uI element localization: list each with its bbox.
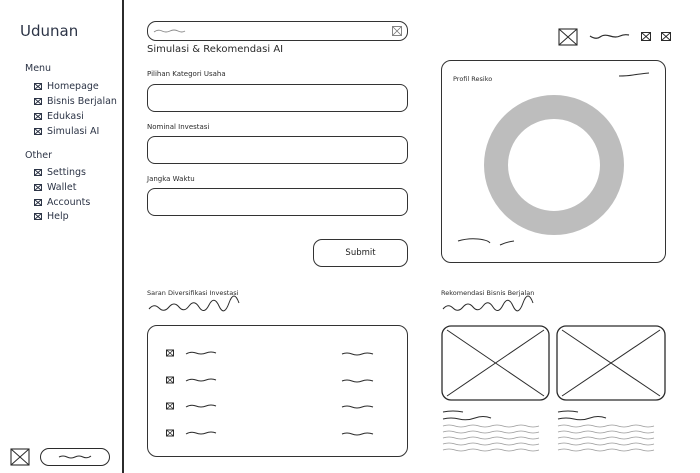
list-item[interactable] — [166, 372, 392, 384]
category-select[interactable] — [147, 84, 408, 112]
sidebar-item-edukasi[interactable]: Edukasi — [34, 111, 84, 122]
sidebar-item-bisnis-berjalan[interactable]: Bisnis Berjalan — [34, 96, 117, 107]
sidebar-item-settings[interactable]: Settings — [34, 167, 86, 178]
recommendation-card-1[interactable] — [441, 325, 550, 401]
recommendation-title: Rekomendasi Bisnis Berjalan — [441, 289, 535, 297]
user-avatar-icon[interactable] — [10, 448, 30, 466]
risk-profile-title: Profil Resiko — [453, 75, 493, 83]
sidebar-item-label: Help — [47, 211, 69, 222]
recommendation-image-placeholder-icon — [441, 325, 550, 401]
duration-label: Jangka Waktu — [147, 175, 195, 183]
list-item-graphic — [166, 349, 374, 357]
image-placeholder-icon — [34, 199, 42, 206]
brand-logo-text: Udunan — [20, 22, 79, 40]
sidebar: Udunan Menu Homepage Bisnis Berjalan Edu… — [0, 0, 124, 473]
image-placeholder-icon — [34, 169, 42, 176]
investment-input[interactable] — [147, 136, 408, 164]
search-input[interactable] — [147, 21, 408, 41]
risk-caption-scribble — [457, 238, 515, 246]
message-icon[interactable] — [641, 32, 651, 41]
recommendation-card-2[interactable] — [556, 325, 666, 401]
sidebar-item-wallet[interactable]: Wallet — [34, 182, 76, 193]
user-name-scribble — [58, 455, 92, 459]
image-placeholder-icon — [34, 213, 42, 220]
user-name-pill[interactable] — [40, 448, 110, 466]
card-menu-scribble — [618, 72, 650, 77]
sidebar-item-label: Wallet — [47, 182, 77, 193]
profile-icon[interactable] — [661, 32, 671, 41]
other-section-label: Other — [25, 150, 52, 161]
list-item[interactable] — [166, 345, 392, 357]
duration-input[interactable] — [147, 188, 408, 216]
image-placeholder-icon — [34, 128, 42, 135]
search-placeholder-scribble — [153, 29, 186, 33]
image-placeholder-icon — [34, 83, 42, 90]
risk-donut-ring — [484, 95, 624, 235]
investment-label: Nominal Investasi — [147, 123, 210, 131]
list-item-graphic — [166, 376, 374, 384]
sidebar-item-label: Accounts — [47, 197, 91, 208]
risk-donut-chart — [484, 95, 624, 235]
recommendation-text-scribble-2 — [557, 410, 655, 452]
submit-button[interactable]: Submit — [313, 239, 408, 267]
sidebar-item-label: Simulasi AI — [47, 126, 100, 137]
risk-profile-card: Profil Resiko — [441, 60, 666, 263]
diversification-subtitle-scribble — [148, 295, 240, 312]
list-item[interactable] — [166, 425, 392, 437]
sidebar-item-accounts[interactable]: Accounts — [34, 197, 90, 208]
sidebar-item-label: Edukasi — [47, 111, 84, 122]
menu-section-label: Menu — [25, 63, 52, 74]
image-placeholder-icon — [34, 184, 42, 191]
sidebar-item-homepage[interactable]: Homepage — [34, 81, 99, 92]
sidebar-item-label: Homepage — [47, 81, 99, 92]
notification-icon[interactable] — [558, 28, 578, 46]
page-title: Simulasi & Rekomendasi AI — [147, 44, 284, 55]
sidebar-item-help[interactable]: Help — [34, 211, 69, 222]
search-icon[interactable] — [392, 26, 402, 36]
recommendation-image-placeholder-icon — [556, 325, 666, 401]
recommendation-text-scribble-1 — [442, 410, 540, 452]
recommendation-subtitle-scribble — [442, 295, 534, 312]
category-label: Pilihan Kategori Usaha — [147, 70, 226, 78]
username-scribble — [589, 34, 630, 39]
diversification-title: Saran Diversifikasi Investasi — [147, 289, 239, 297]
image-placeholder-icon — [34, 98, 42, 105]
sidebar-item-label: Settings — [47, 167, 86, 178]
list-item[interactable] — [166, 398, 392, 410]
image-placeholder-icon — [34, 113, 42, 120]
sidebar-item-simulasi-ai[interactable]: Simulasi AI — [34, 126, 99, 137]
list-item-graphic — [166, 402, 374, 410]
sidebar-item-label: Bisnis Berjalan — [47, 96, 117, 107]
list-item-graphic — [166, 429, 374, 437]
